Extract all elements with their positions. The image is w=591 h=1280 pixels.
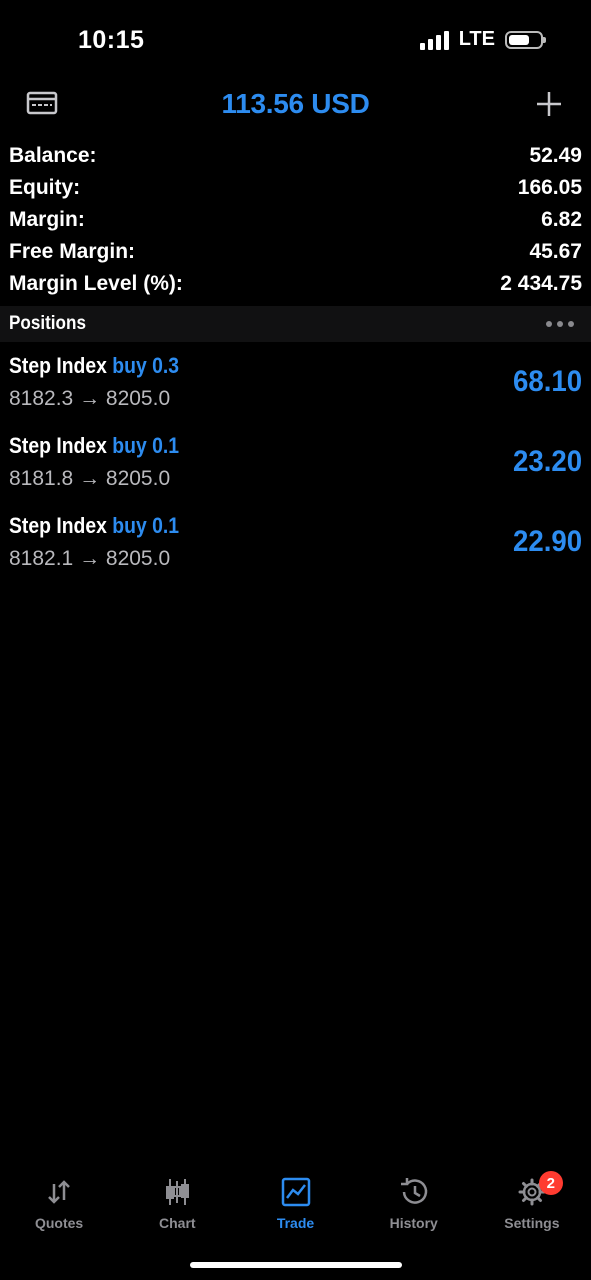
summary-value: 45.67: [529, 240, 582, 263]
history-clock-icon: [397, 1175, 431, 1209]
more-options-icon[interactable]: [546, 321, 574, 327]
position-prices: 8182.1 → 8205.0: [9, 547, 171, 570]
summary-row-margin: Margin: 6.82: [9, 204, 582, 236]
position-profit: 68.10: [512, 365, 582, 398]
tab-chart[interactable]: Chart: [118, 1165, 236, 1245]
quotes-arrows-icon: [42, 1175, 76, 1209]
positions-list: Step Index buy 0.3 8182.3 → 8205.0 68.10…: [0, 345, 591, 585]
position-profit: 22.90: [512, 525, 582, 558]
tab-label: Chart: [159, 1215, 196, 1231]
tab-settings[interactable]: Settings 2: [473, 1165, 591, 1245]
plus-icon[interactable]: [535, 90, 563, 118]
status-bar: 10:15 LTE: [0, 0, 591, 80]
position-row[interactable]: Step Index buy 0.3 8182.3 → 8205.0 68.10: [0, 345, 591, 425]
position-symbol: Step Index: [9, 353, 107, 378]
tab-label: Quotes: [34, 1215, 84, 1231]
header: 113.56 USD: [0, 80, 591, 130]
status-time: 10:15: [78, 26, 145, 54]
position-title: Step Index buy 0.1: [9, 513, 179, 539]
trade-screen: 10:15 LTE 113.56 USD Balance: 52.49 Equi…: [0, 0, 591, 1280]
summary-value: 166.05: [517, 176, 582, 199]
summary-row-margin-level: Margin Level (%): 2 434.75: [9, 268, 582, 300]
summary-value: 2 434.75: [500, 272, 582, 295]
position-title: Step Index buy 0.1: [9, 433, 179, 459]
summary-value: 52.49: [529, 144, 582, 167]
summary-row-equity: Equity: 166.05: [9, 172, 582, 204]
summary-label: Equity:: [9, 176, 81, 199]
position-symbol: Step Index: [9, 513, 107, 538]
tab-history[interactable]: History: [355, 1165, 473, 1245]
position-side: buy 0.3: [112, 353, 180, 378]
summary-label: Margin Level (%):: [9, 272, 183, 295]
account-balance-title: 113.56 USD: [221, 88, 370, 119]
home-indicator[interactable]: [190, 1262, 402, 1268]
position-symbol: Step Index: [9, 433, 107, 458]
position-profit: 23.20: [512, 445, 582, 478]
tab-quotes[interactable]: Quotes: [0, 1165, 118, 1245]
network-type: LTE: [458, 28, 495, 50]
summary-label: Free Margin:: [9, 240, 136, 263]
summary-row-balance: Balance: 52.49: [9, 140, 582, 172]
positions-title: Positions: [9, 313, 86, 334]
account-summary: Balance: 52.49 Equity: 166.05 Margin: 6.…: [9, 140, 582, 300]
tab-label: History: [389, 1215, 438, 1231]
battery-level: [509, 34, 529, 45]
position-prices: 8182.3 → 8205.0: [9, 387, 171, 410]
trade-chart-icon: [279, 1175, 313, 1209]
position-prices: 8181.8 → 8205.0: [9, 467, 171, 490]
position-row[interactable]: Step Index buy 0.1 8181.8 → 8205.0 23.20: [0, 425, 591, 505]
settings-badge: 2: [538, 1171, 563, 1195]
tab-bar: Quotes Chart Trade History Settings 2: [0, 1165, 591, 1245]
tab-trade[interactable]: Trade: [236, 1165, 354, 1245]
position-side: buy 0.1: [112, 513, 180, 538]
tab-label: Trade: [276, 1215, 315, 1231]
candlestick-icon: [160, 1175, 194, 1209]
positions-section-header: Positions: [0, 306, 591, 342]
status-indicators: LTE: [419, 28, 546, 51]
summary-label: Margin:: [9, 208, 85, 231]
position-side: buy 0.1: [112, 433, 180, 458]
position-row[interactable]: Step Index buy 0.1 8182.1 → 8205.0 22.90: [0, 505, 591, 585]
summary-row-free-margin: Free Margin: 45.67: [9, 236, 582, 268]
tab-label: Settings: [504, 1215, 560, 1231]
battery-icon: [505, 30, 546, 49]
summary-label: Balance:: [9, 144, 97, 167]
summary-value: 6.82: [541, 208, 582, 231]
position-title: Step Index buy 0.3: [9, 353, 179, 379]
cellular-signal-icon: [419, 30, 449, 50]
